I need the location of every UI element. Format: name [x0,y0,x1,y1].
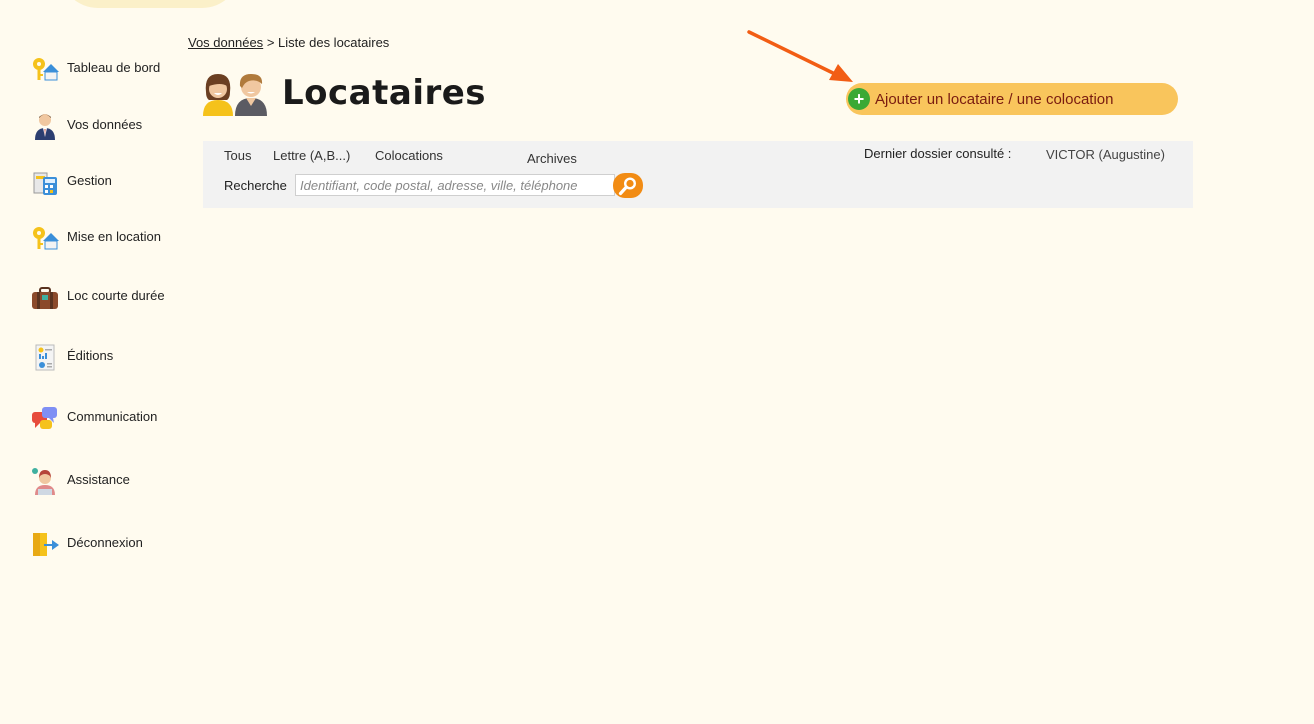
sidebar-item-label: Tableau de bord [67,60,161,75]
logout-door-icon [33,533,59,556]
suitcase-icon [32,287,58,309]
sidebar-item-label: Assistance [67,472,130,487]
sidebar-item-editions[interactable]: Éditions [30,344,114,372]
report-icon [35,344,55,371]
sidebar-item-label: Éditions [67,348,114,363]
breadcrumb: Vos données > Liste des locataires [188,35,389,50]
sidebar-item-label: Communication [67,409,158,424]
page-title: Locataires [282,73,487,113]
search-button[interactable] [613,173,643,198]
sidebar-item-assistance[interactable]: Assistance [30,468,130,496]
tenants-couple-icon [203,74,267,116]
keys-house-icon [33,227,59,250]
breadcrumb-current: Liste des locataires [278,35,390,50]
add-tenant-label: Ajouter un locataire / une colocation [875,90,1114,108]
pointer-arrow-icon [747,30,853,82]
sidebar-item-label: Loc courte durée [67,288,165,303]
tab-lettre[interactable]: Lettre (A,B...) [273,148,350,163]
sidebar-item-deconnexion[interactable]: Déconnexion [30,533,143,559]
search-input[interactable] [295,174,615,196]
businessman-icon [35,114,55,140]
sidebar-item-label: Mise en location [67,229,161,244]
sidebar-item-communication[interactable]: Communication [30,407,158,433]
breadcrumb-link-vos-donnees[interactable]: Vos données [188,35,263,50]
sidebar: Tableau de bord Vos données Gestion Mise… [0,0,185,724]
last-viewed-link[interactable]: VICTOR (Augustine) [1046,147,1165,162]
tab-tous[interactable]: Tous [224,148,251,163]
search-label: Recherche [224,178,287,193]
keys-house-icon [33,58,59,81]
last-viewed-label: Dernier dossier consulté : [864,146,1012,161]
sidebar-item-tableau-de-bord[interactable]: Tableau de bord [30,58,161,84]
filter-panel: Tous Lettre (A,B...) Colocations Archive… [203,141,1193,208]
breadcrumb-separator: > [266,35,275,50]
sidebar-item-loc-courte-duree[interactable]: Loc courte durée [30,287,165,312]
magnifier-icon [618,177,636,196]
add-tenant-button[interactable]: + Ajouter un locataire / une colocation [846,83,1178,115]
calculator-icon [33,172,57,195]
support-agent-icon [32,468,55,495]
sidebar-item-label: Déconnexion [67,535,143,550]
sidebar-item-vos-donnees[interactable]: Vos données [30,114,143,141]
sidebar-item-gestion[interactable]: Gestion [30,172,112,197]
chat-bubbles-icon [32,407,57,429]
plus-icon: + [848,88,870,110]
tab-colocations[interactable]: Colocations [375,148,443,163]
tab-archives[interactable]: Archives [527,151,577,166]
sidebar-item-label: Gestion [67,173,112,188]
sidebar-item-label: Vos données [67,117,143,132]
sidebar-item-mise-en-location[interactable]: Mise en location [30,227,161,253]
